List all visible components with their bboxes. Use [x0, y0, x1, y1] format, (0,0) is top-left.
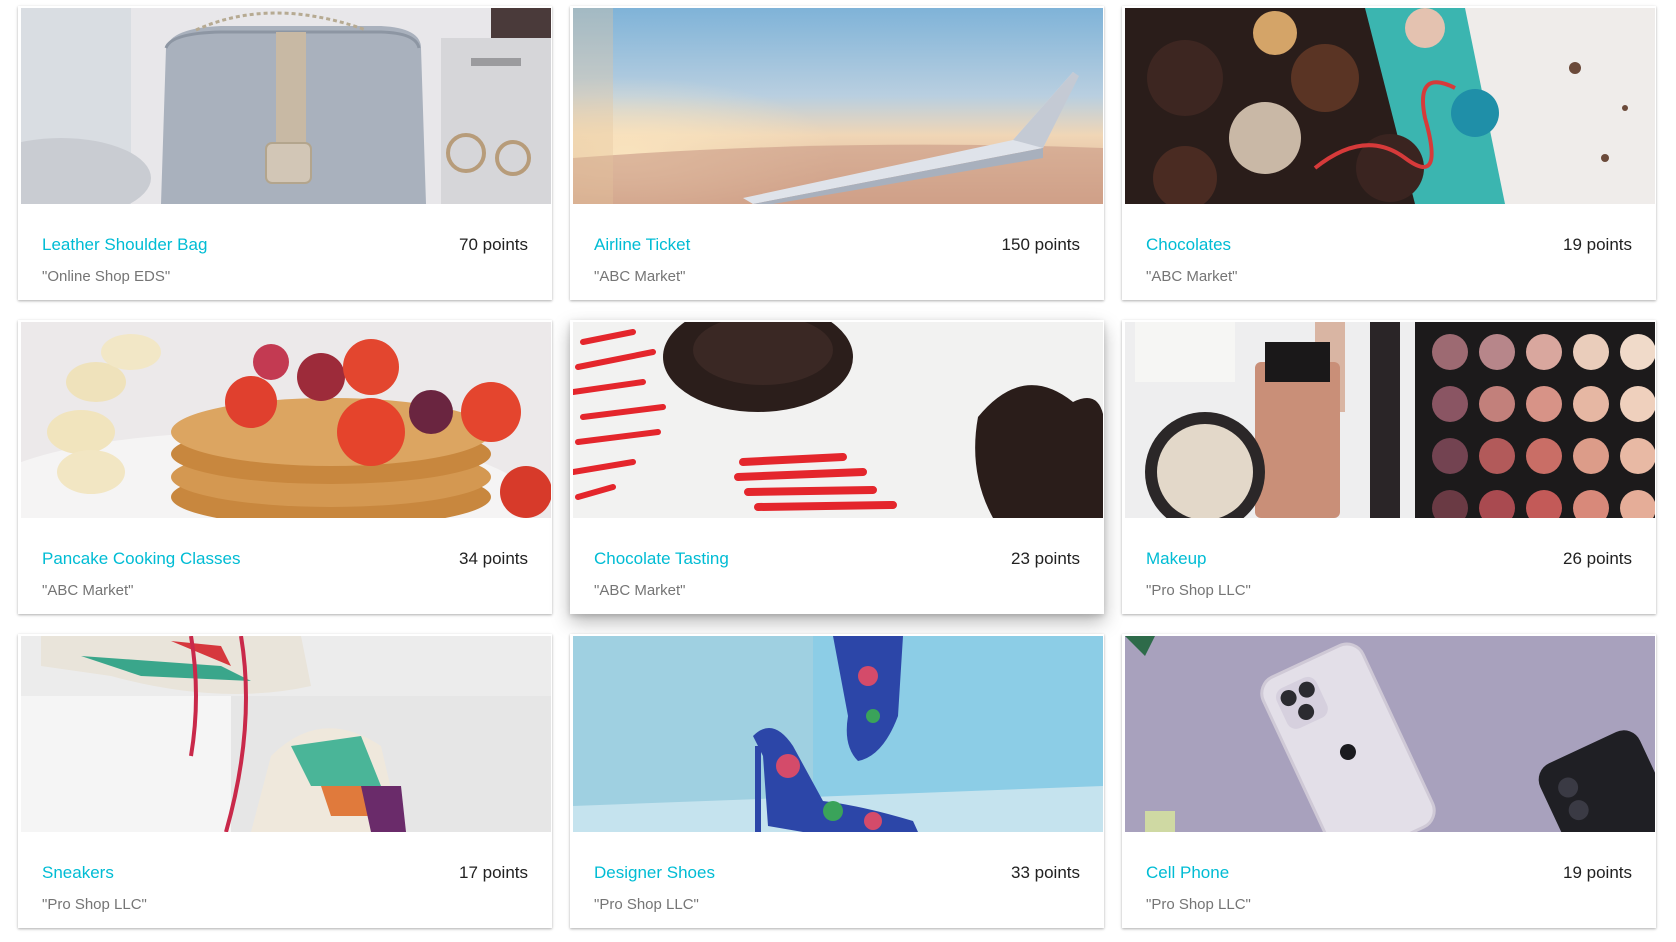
reward-points: 19 points [1563, 863, 1632, 882]
reward-title[interactable]: Pancake Cooking Classes [42, 549, 240, 569]
reward-title[interactable]: Airline Ticket [594, 235, 690, 255]
reward-card-sneakers[interactable]: Sneakers 17 points "Pro Shop LLC" [18, 634, 552, 928]
reward-card-cell-phone[interactable]: Cell Phone 19 points "Pro Shop LLC" [1122, 634, 1656, 928]
reward-card-pancake-cooking-classes[interactable]: Pancake Cooking Classes 34 points "ABC M… [18, 320, 552, 614]
reward-card-designer-shoes[interactable]: Designer Shoes 33 points "Pro Shop LLC" [570, 634, 1104, 928]
reward-points: 17 points [459, 863, 528, 882]
chocolate-tasting-photo[interactable] [573, 322, 1103, 518]
reward-card-leather-shoulder-bag[interactable]: Leather Shoulder Bag 70 points "Online S… [18, 6, 552, 300]
pancakes-photo[interactable] [21, 322, 551, 518]
reward-seller: "ABC Market" [594, 582, 686, 599]
reward-title[interactable]: Designer Shoes [594, 863, 715, 883]
airplane-wing-photo[interactable] [573, 8, 1103, 204]
reward-title[interactable]: Makeup [1146, 549, 1206, 569]
reward-card-chocolates[interactable]: Chocolates 19 points "ABC Market" [1122, 6, 1656, 300]
rewards-grid: Leather Shoulder Bag 70 points "Online S… [18, 6, 1656, 928]
reward-seller: "Pro Shop LLC" [42, 896, 147, 913]
bag-photo[interactable] [21, 8, 551, 204]
reward-title[interactable]: Chocolate Tasting [594, 549, 729, 569]
reward-points: 26 points [1563, 549, 1632, 568]
reward-points: 19 points [1563, 235, 1632, 254]
reward-points: 33 points [1011, 863, 1080, 882]
reward-points: 34 points [459, 549, 528, 568]
designer-shoes-photo[interactable] [573, 636, 1103, 832]
makeup-photo[interactable] [1125, 322, 1655, 518]
reward-seller: "Pro Shop LLC" [1146, 582, 1251, 599]
reward-seller: "ABC Market" [42, 582, 134, 599]
reward-title[interactable]: Leather Shoulder Bag [42, 235, 207, 255]
reward-title[interactable]: Sneakers [42, 863, 114, 883]
reward-seller: "Pro Shop LLC" [594, 896, 699, 913]
reward-card-chocolate-tasting[interactable]: Chocolate Tasting 23 points "ABC Market" [570, 320, 1104, 614]
reward-seller: "Pro Shop LLC" [1146, 896, 1251, 913]
sneakers-photo[interactable] [21, 636, 551, 832]
reward-seller: "ABC Market" [1146, 268, 1238, 285]
reward-seller: "Online Shop EDS" [42, 268, 171, 285]
reward-points: 150 points [1001, 235, 1080, 254]
reward-title[interactable]: Chocolates [1146, 235, 1231, 255]
reward-card-makeup[interactable]: Makeup 26 points "Pro Shop LLC" [1122, 320, 1656, 614]
reward-seller: "ABC Market" [594, 268, 686, 285]
reward-points: 23 points [1011, 549, 1080, 568]
reward-card-airline-ticket[interactable]: Airline Ticket 150 points "ABC Market" [570, 6, 1104, 300]
chocolates-box-photo[interactable] [1125, 8, 1655, 204]
reward-title[interactable]: Cell Phone [1146, 863, 1229, 883]
reward-points: 70 points [459, 235, 528, 254]
cell-phone-photo[interactable] [1125, 636, 1655, 832]
